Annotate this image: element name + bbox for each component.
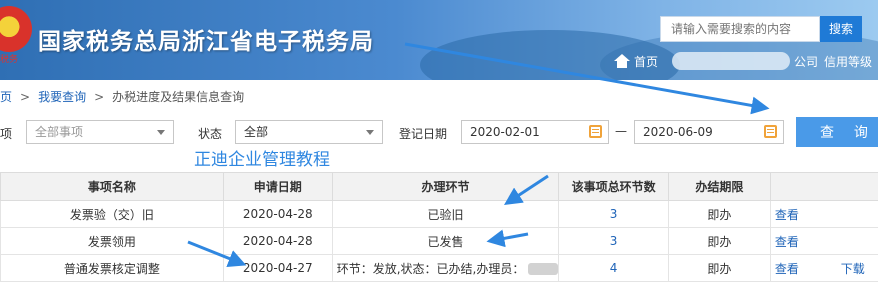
site-header: 税务 国家税务总局浙江省电子税务局 搜索 首页 公司 信用等级 (0, 0, 878, 80)
nav-credit-link[interactable]: 信用等级 (824, 53, 872, 70)
search-button[interactable]: 搜索 (820, 16, 862, 42)
table-header-row: 事项名称 申请日期 办理环节 该事项总环节数 办结期限 (0, 172, 878, 201)
chevron-down-icon (157, 130, 165, 135)
download-link[interactable]: 下载 (841, 262, 865, 276)
item-filter-label: 项 (0, 127, 13, 141)
status-filter-label: 状态 (198, 127, 223, 141)
column-header: 办理环节 (331, 172, 560, 201)
cell-total-steps[interactable]: 3 (558, 200, 669, 228)
search-input[interactable] (660, 16, 820, 42)
date-range-separator: — (615, 124, 627, 138)
date-from-value: 2020-02-01 (470, 125, 540, 139)
cell-total-steps[interactable]: 4 (558, 254, 669, 282)
view-link[interactable]: 查看 (775, 262, 799, 276)
breadcrumb-separator: > (20, 90, 31, 104)
cell-apply-date: 2020-04-28 (222, 227, 333, 255)
calendar-icon[interactable] (764, 125, 777, 138)
item-select-value: 全部事项 (35, 125, 84, 139)
cell-actions: 查看 (769, 200, 878, 228)
date-to-value: 2020-06-09 (643, 125, 713, 139)
cell-actions: 查看 (769, 227, 878, 255)
view-link[interactable]: 查看 (775, 235, 799, 249)
cell-deadline: 即办 (667, 254, 771, 282)
redacted-clerk-name (528, 263, 559, 275)
column-header: 事项名称 (0, 172, 224, 201)
status-select-value: 全部 (244, 125, 269, 139)
cell-apply-date: 2020-04-27 (222, 254, 333, 282)
cell-total-steps[interactable]: 3 (558, 227, 669, 255)
cell-stage: 已发售 (331, 227, 560, 255)
top-nav: 首页 公司 信用等级 (614, 50, 872, 72)
redacted-company-name (672, 52, 791, 70)
cell-stage: 环节：发放,状态：已办结,办理员： (331, 254, 560, 282)
watermark-text: 正迪企业管理教程 (194, 150, 330, 170)
date-to-input[interactable]: 2020-06-09 (634, 120, 784, 144)
cell-actions: 查看 下载 (769, 254, 878, 282)
results-table: 事项名称 申请日期 办理环节 该事项总环节数 办结期限 发票验（交）旧 2020… (0, 172, 878, 282)
breadcrumb-separator: > (94, 90, 105, 104)
nav-home-link[interactable]: 首页 (634, 53, 658, 70)
column-header: 申请日期 (222, 172, 333, 201)
view-link[interactable]: 查看 (775, 208, 799, 222)
item-select[interactable]: 全部事项 (26, 120, 174, 144)
breadcrumb-current: 办税进度及结果信息查询 (112, 90, 245, 104)
status-select[interactable]: 全部 (235, 120, 383, 144)
column-header (769, 172, 878, 201)
cell-item-name: 发票验（交）旧 (0, 200, 224, 228)
cell-item-name: 普通发票核定调整 (0, 254, 224, 282)
chevron-down-icon (366, 130, 374, 135)
tax-emblem-icon (0, 6, 32, 52)
cell-deadline: 即办 (667, 200, 771, 228)
cell-deadline: 即办 (667, 227, 771, 255)
page: 税务 国家税务总局浙江省电子税务局 搜索 首页 公司 信用等级 页 > 我要查询 > 办… (0, 0, 878, 289)
cell-item-name: 发票领用 (0, 227, 224, 255)
cell-apply-date: 2020-04-28 (222, 200, 333, 228)
site-title[interactable]: 国家税务总局浙江省电子税务局 (38, 22, 374, 56)
nav-company-label[interactable]: 公司 (794, 53, 818, 70)
cell-stage: 已验旧 (331, 200, 560, 228)
stage-text: 环节：发放,状态：已办结,办理员： (336, 261, 525, 276)
date-filter-label: 登记日期 (399, 127, 448, 141)
table-row: 普通发票核定调整 2020-04-27 环节：发放,状态：已办结,办理员： 4 … (0, 254, 878, 282)
breadcrumb-query[interactable]: 我要查询 (38, 90, 86, 104)
breadcrumb: 页 > 我要查询 > 办税进度及结果信息查询 (0, 88, 244, 105)
table-row: 发票验（交）旧 2020-04-28 已验旧 3 即办 查看 (0, 200, 878, 228)
date-from-input[interactable]: 2020-02-01 (461, 120, 609, 144)
table-row: 发票领用 2020-04-28 已发售 3 即办 查看 (0, 227, 878, 255)
column-header: 该事项总环节数 (558, 172, 669, 201)
column-header: 办结期限 (667, 172, 771, 201)
emblem-text: 税务 (0, 55, 19, 65)
calendar-icon[interactable] (589, 125, 602, 138)
query-button[interactable]: 查 询 (796, 117, 878, 147)
home-icon[interactable] (614, 54, 630, 68)
breadcrumb-home[interactable]: 页 (0, 90, 12, 104)
